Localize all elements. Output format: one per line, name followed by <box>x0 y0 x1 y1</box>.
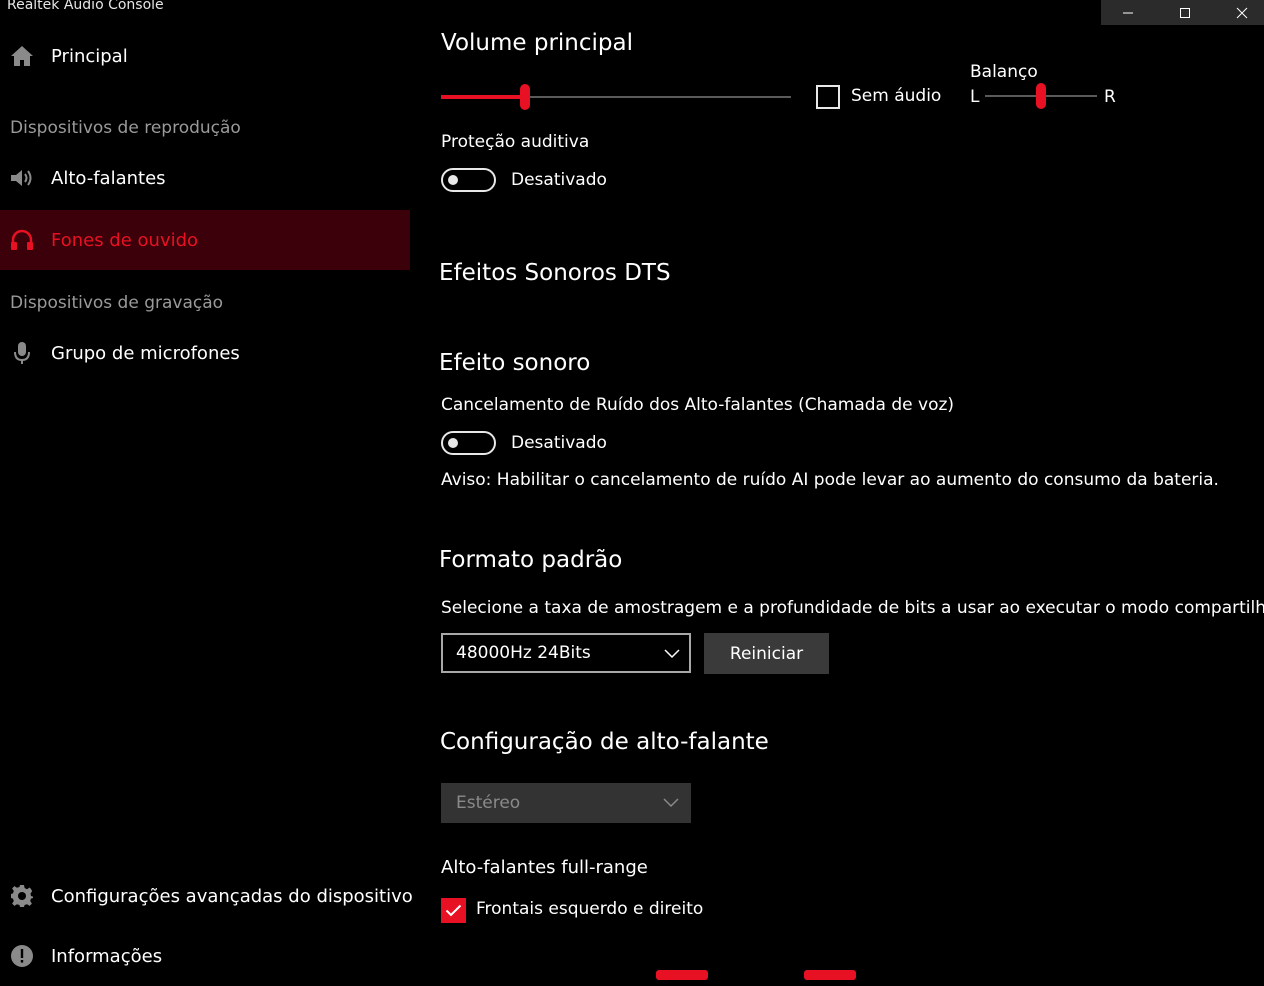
playback-section-header: Dispositivos de reprodução <box>10 118 241 138</box>
home-icon <box>10 44 34 68</box>
balance-label: Balanço <box>970 62 1038 82</box>
mute-checkbox[interactable] <box>816 85 840 109</box>
speaker-config-select[interactable]: Estéreo <box>441 783 691 823</box>
chevron-down-icon <box>663 798 679 808</box>
close-button[interactable] <box>1215 0 1264 25</box>
sidebar-item-label: Fones de ouvido <box>51 229 199 251</box>
balance-slider[interactable] <box>985 83 1097 109</box>
mute-label: Sem áudio <box>851 86 942 106</box>
maximize-button[interactable] <box>1158 0 1212 25</box>
sidebar: Principal Dispositivos de reprodução Alt… <box>0 0 413 976</box>
volume-slider-thumb[interactable] <box>520 84 530 110</box>
balance-right-label: R <box>1104 87 1116 107</box>
sidebar-item-principal[interactable]: Principal <box>0 26 410 86</box>
info-icon <box>10 944 34 968</box>
noise-cancel-state: Desativado <box>511 433 607 453</box>
toggle-knob <box>448 175 458 185</box>
window-controls <box>1101 0 1264 25</box>
front-speakers-checkbox[interactable] <box>441 898 466 923</box>
minimize-icon <box>1123 12 1133 13</box>
volume-slider[interactable] <box>441 84 791 110</box>
speaker-config-title: Configuração de alto-falante <box>440 729 769 755</box>
chevron-down-icon <box>664 649 680 659</box>
default-format-title: Formato padrão <box>439 547 623 573</box>
checkmark-icon <box>445 904 462 917</box>
speaker-marker-right <box>804 970 856 980</box>
toggle-knob <box>448 438 458 448</box>
battery-warning: Aviso: Habilitar o cancelamento de ruído… <box>441 470 1219 490</box>
balance-slider-thumb[interactable] <box>1036 83 1046 109</box>
sidebar-item-label: Principal <box>51 45 128 67</box>
sidebar-item-speakers[interactable]: Alto-falantes <box>0 148 410 208</box>
volume-slider-fill <box>441 95 525 99</box>
noise-cancel-label: Cancelamento de Ruído dos Alto-falantes … <box>441 395 955 415</box>
hearing-protection-label: Proteção auditiva <box>441 132 590 152</box>
speaker-config-value: Estéreo <box>456 793 521 813</box>
gear-icon <box>10 884 34 908</box>
volume-title: Volume principal <box>441 30 633 56</box>
sidebar-item-microphones[interactable]: Grupo de microfones <box>0 323 410 383</box>
sound-effect-title: Efeito sonoro <box>439 350 591 376</box>
sidebar-item-label: Alto-falantes <box>51 167 166 189</box>
fullrange-speakers-label: Alto-falantes full-range <box>441 857 648 878</box>
dts-title: Efeitos Sonoros DTS <box>439 260 671 286</box>
noise-cancel-toggle[interactable] <box>441 431 496 455</box>
hearing-protection-state: Desativado <box>511 170 607 190</box>
sample-rate-value: 48000Hz 24Bits <box>456 643 591 663</box>
speaker-icon <box>10 166 34 190</box>
sidebar-item-label: Grupo de microfones <box>51 342 240 364</box>
sidebar-item-label: Informações <box>51 945 163 967</box>
sidebar-item-headphones[interactable]: Fones de ouvido <box>0 210 410 270</box>
default-format-description: Selecione a taxa de amostragem e a profu… <box>441 598 1264 618</box>
headphones-icon <box>10 228 34 252</box>
minimize-button[interactable] <box>1101 0 1155 25</box>
balance-left-label: L <box>970 87 980 107</box>
sidebar-item-label: Configurações avançadas do dispositivo <box>51 885 413 907</box>
reset-button[interactable]: Reiniciar <box>704 633 829 674</box>
close-icon <box>1236 7 1248 18</box>
maximize-icon <box>1180 7 1190 18</box>
sample-rate-select[interactable]: 48000Hz 24Bits <box>441 633 691 673</box>
speaker-marker-left <box>656 970 708 980</box>
recording-section-header: Dispositivos de gravação <box>10 293 224 313</box>
sidebar-item-advanced-settings[interactable]: Configurações avançadas do dispositivo <box>0 866 413 926</box>
hearing-protection-toggle[interactable] <box>441 168 496 192</box>
front-speakers-label: Frontais esquerdo e direito <box>476 899 704 919</box>
microphone-icon <box>10 341 34 365</box>
sidebar-item-info[interactable]: Informações <box>0 926 410 986</box>
